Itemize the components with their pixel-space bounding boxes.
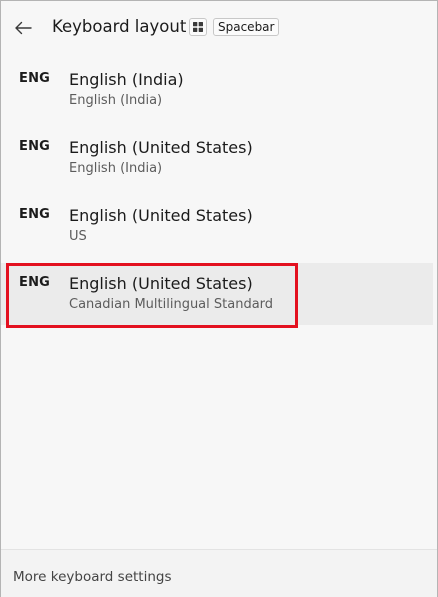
layout-keyboard-name: US [69,229,87,244]
layout-keyboard-name: English (India) [69,93,163,108]
layout-language-name: English (India) [69,70,184,89]
more-keyboard-settings-link[interactable]: More keyboard settings [13,569,172,585]
language-code: ENG [19,275,51,290]
language-code: ENG [19,71,51,86]
windows-logo-icon [193,22,203,32]
layout-item[interactable]: ENG English (India) English (India) [1,59,433,121]
keyboard-layout-flyout: Keyboard layout Spacebar ENG English (In… [0,0,438,597]
language-code: ENG [19,207,51,222]
flyout-footer: More keyboard settings [1,549,437,597]
flyout-header: Keyboard layout Spacebar [1,1,437,55]
layout-item[interactable]: ENG English (United States) English (Ind… [1,127,433,189]
layout-language-name: English (United States) [69,274,253,293]
layout-item-selected[interactable]: ENG English (United States) Canadian Mul… [1,263,433,325]
layout-item[interactable]: ENG English (United States) US [1,195,433,257]
layout-list: ENG English (India) English (India) ENG … [1,59,437,331]
layout-keyboard-name: Canadian Multilingual Standard [69,297,274,312]
layout-language-name: English (United States) [69,206,253,225]
layout-language-name: English (United States) [69,138,253,157]
back-arrow-icon [15,21,32,35]
layout-keyboard-name: English (India) [69,161,163,176]
back-button[interactable] [8,13,38,43]
language-code: ENG [19,139,51,154]
flyout-title: Keyboard layout [52,17,187,36]
spacebar-key-hint: Spacebar [213,18,280,36]
windows-key-hint [189,18,207,36]
